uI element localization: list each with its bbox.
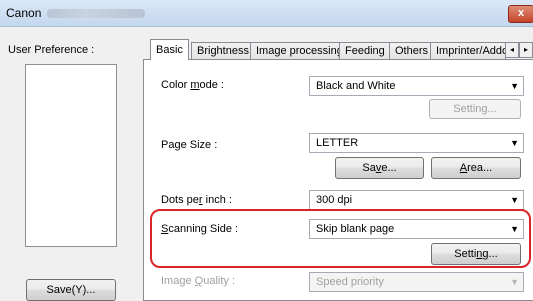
save-preference-button[interactable]: Save(Y)... [26, 279, 116, 301]
tab-others[interactable]: Others [389, 42, 435, 59]
color-mode-label: Color mode : [161, 79, 224, 91]
color-mode-select[interactable]: Black and White ▼ [309, 76, 524, 96]
page-size-select[interactable]: LETTER ▼ [309, 133, 524, 153]
tab-brightness[interactable]: Brightness [191, 42, 255, 59]
chevron-down-icon: ▼ [510, 277, 519, 287]
tab-feeding[interactable]: Feeding [339, 42, 391, 59]
tab-image-processing[interactable]: Image processing [250, 42, 349, 59]
tab-scroll-arrows: ◂ ▸ [505, 42, 533, 58]
page-size-save-button[interactable]: Save... [335, 157, 424, 179]
area-button[interactable]: Area... [431, 157, 521, 179]
title-bar: Canon x [0, 0, 533, 27]
image-quality-select[interactable]: Speed priority ▼ [309, 272, 524, 292]
chevron-down-icon: ▼ [510, 138, 519, 148]
tab-scroll-left-button[interactable]: ◂ [505, 42, 519, 58]
tab-imprinter[interactable]: Imprinter/Addo [430, 42, 506, 59]
dpi-select[interactable]: 300 dpi ▼ [309, 190, 524, 210]
color-mode-setting-button[interactable]: Setting... [429, 99, 521, 119]
dpi-value: 300 dpi [316, 194, 353, 206]
redacted-model-name [47, 9, 146, 19]
user-preference-list[interactable] [25, 64, 117, 247]
close-button[interactable]: x [508, 5, 533, 23]
scanning-side-label: Scanning Side : [161, 223, 239, 235]
chevron-down-icon: ▼ [510, 195, 519, 205]
image-quality-value: Speed priority [316, 276, 384, 288]
window-title: Canon [6, 6, 146, 20]
tab-basic[interactable]: Basic [150, 39, 189, 60]
tab-scroll-right-button[interactable]: ▸ [519, 42, 533, 58]
page-size-label: Page Size : [161, 139, 218, 151]
chevron-down-icon: ▼ [510, 224, 519, 234]
scanning-side-select[interactable]: Skip blank page ▼ [309, 219, 524, 239]
color-mode-value: Black and White [316, 80, 396, 92]
page-size-value: LETTER [316, 137, 359, 149]
dpi-label: Dots per inch : [161, 194, 232, 206]
image-quality-label: Image Quality : [161, 275, 235, 287]
chevron-down-icon: ▼ [510, 81, 519, 91]
scanning-side-setting-button[interactable]: Setting... [431, 243, 521, 265]
scanning-side-value: Skip blank page [316, 223, 395, 235]
user-preference-label: User Preference : [8, 44, 95, 56]
